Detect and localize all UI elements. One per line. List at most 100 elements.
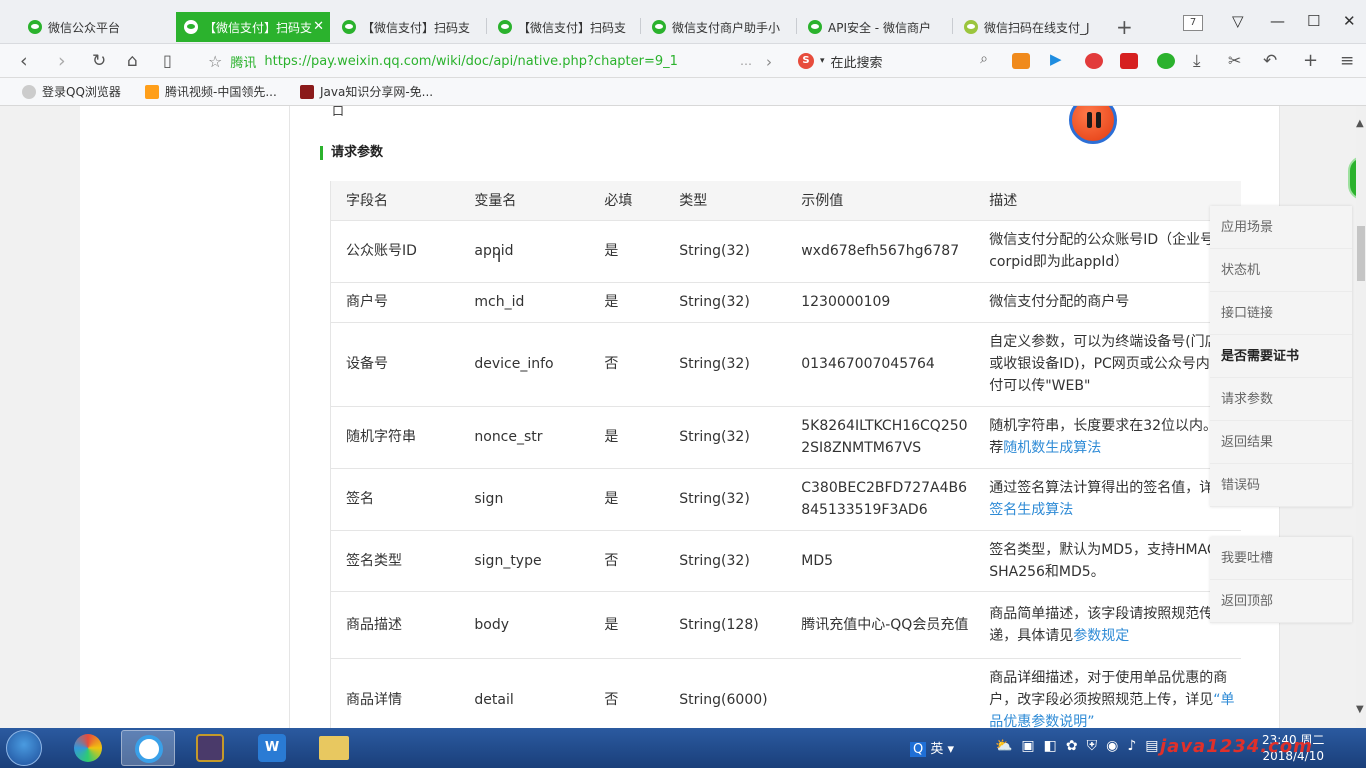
video-camera-icon[interactable] xyxy=(1012,53,1030,69)
tab-native-pay-3[interactable]: 【微信支付】扫码支 xyxy=(490,12,638,42)
tab-divider xyxy=(486,18,487,34)
forward-button[interactable]: › xyxy=(58,50,66,72)
redbag-icon[interactable] xyxy=(1085,53,1103,69)
search-box[interactable]: S ▾ 在此搜索 ⌕ xyxy=(798,50,988,72)
bookmark-star-icon[interactable]: ☆ xyxy=(208,52,222,71)
cell-var-name: nonce_str xyxy=(459,405,590,468)
column-header: 字段名 xyxy=(330,181,460,220)
maximize-button[interactable]: ☐ xyxy=(1307,12,1320,30)
scroll-up-icon[interactable]: ▲ xyxy=(1356,118,1364,129)
address-bar[interactable]: ☆ 腾讯 https://pay.weixin.qq.com/wiki/doc/… xyxy=(208,48,788,74)
random-algo-link[interactable]: 随机数生成算法 xyxy=(1003,440,1101,456)
table-header-row: 字段名 变量名 必填 类型 示例值 描述 xyxy=(330,181,1241,220)
cell-var-name: sign_type xyxy=(459,529,590,591)
cell-desc: 微信支付分配的商户号 xyxy=(974,281,1241,322)
cell-required: 否 xyxy=(589,321,665,406)
table-row: 随机字符串 nonce_str 是 String(32) 5K8264ILTKC… xyxy=(330,405,1241,468)
download-icon[interactable]: ⤓ xyxy=(1193,50,1201,72)
cell-type: String(32) xyxy=(664,321,787,406)
cell-example: 013467007045764 xyxy=(786,321,975,406)
cell-var-name: detail xyxy=(459,657,590,728)
new-tab-button[interactable]: + xyxy=(1116,15,1133,39)
side-nav-response[interactable]: 返回结果 xyxy=(1210,421,1352,464)
add-icon[interactable]: + xyxy=(1303,50,1318,72)
cell-type: String(32) xyxy=(664,281,787,322)
tab-native-pay-active[interactable]: 【微信支付】扫码支 ✕ xyxy=(176,12,330,42)
taskbar-qq-browser[interactable] xyxy=(121,730,175,766)
tab-merchant-helper[interactable]: 微信支付商户助手小 xyxy=(644,12,794,42)
wechat-icon[interactable] xyxy=(1157,53,1175,69)
side-nav-cert-required[interactable]: 是否需要证书 xyxy=(1210,335,1352,378)
param-rule-link[interactable]: 参数规定 xyxy=(1073,628,1129,644)
doc-main: 口 请求参数 字段名 变量名 必填 类型 示例值 描述 公众账号ID appid… xyxy=(290,106,1280,728)
sogou-logo-icon: S xyxy=(798,53,814,69)
cell-example: 5K8264ILTKCH16CQ2502SI8ZNMTM67VS xyxy=(786,405,975,468)
speed-badge[interactable]: 30 xyxy=(1348,156,1356,200)
wechat-icon xyxy=(498,20,512,34)
tab-wechat-mp[interactable]: 微信公众平台 xyxy=(20,12,170,42)
taskbar-eclipse[interactable] xyxy=(183,730,237,766)
undo-icon[interactable]: ↶ xyxy=(1263,50,1277,72)
home-button[interactable]: ⌂ xyxy=(127,50,138,72)
red-logo-icon[interactable] xyxy=(1120,53,1138,69)
back-button[interactable]: ‹ xyxy=(20,50,28,72)
grid-icon[interactable]: ⋯ xyxy=(740,53,752,75)
cell-field-name: 签名 xyxy=(330,467,460,530)
side-nav-state-machine[interactable]: 状态机 xyxy=(1210,249,1352,292)
section-title: 请求参数 xyxy=(320,146,383,160)
chevron-right-icon[interactable]: › xyxy=(766,51,772,73)
table-row: 商品描述 body 是 String(128) 腾讯充值中心-QQ会员充值 商品… xyxy=(330,590,1241,658)
cell-desc: 通过签名算法计算得出的签名值，详见签名生成算法 xyxy=(974,467,1241,530)
cell-field-name: 签名类型 xyxy=(330,529,460,591)
tab-count-badge[interactable]: 7 xyxy=(1183,15,1203,31)
cell-required: 否 xyxy=(589,657,665,728)
start-button[interactable] xyxy=(6,730,42,766)
refresh-button[interactable]: ↻ xyxy=(92,50,106,72)
side-nav-request-params[interactable]: 请求参数 xyxy=(1210,378,1352,421)
column-header: 示例值 xyxy=(786,181,975,220)
side-nav-back-top[interactable]: 返回顶部 xyxy=(1210,580,1352,623)
request-params-table: 字段名 变量名 必填 类型 示例值 描述 公众账号ID appid 是 Stri… xyxy=(330,181,1241,728)
reader-mode-icon[interactable]: ▯ xyxy=(163,50,172,72)
cell-example: wxd678efh567hg6787 xyxy=(786,219,975,282)
system-tray-icons[interactable]: ⛅▣◧✿⛨◉♪▤ xyxy=(995,738,1168,754)
taskbar-file-explorer[interactable] xyxy=(307,730,361,766)
play-icon[interactable]: ▶ xyxy=(1050,50,1068,68)
cell-type: String(32) xyxy=(664,467,787,530)
minimize-button[interactable]: — xyxy=(1270,12,1285,30)
search-icon[interactable]: ⌕ xyxy=(980,51,988,67)
scissors-icon[interactable]: ✂ xyxy=(1228,50,1241,72)
shirt-skin-icon[interactable]: ▽ xyxy=(1232,12,1244,30)
cell-example: 1230000109 xyxy=(786,281,975,322)
bookmark-tencent-video[interactable]: 腾讯视频-中国领先... xyxy=(145,83,277,100)
bookmark-java-share[interactable]: Java知识分享网-免... xyxy=(300,83,433,100)
vertical-scrollbar[interactable]: ▲ ▼ xyxy=(1356,106,1366,728)
scroll-down-icon[interactable]: ▼ xyxy=(1356,704,1364,715)
left-column xyxy=(80,106,290,728)
leaf-icon xyxy=(964,20,978,34)
cell-field-name: 设备号 xyxy=(330,321,460,406)
url-text[interactable]: https://pay.weixin.qq.com/wiki/doc/api/n… xyxy=(264,54,678,69)
tab-scan-pay-java[interactable]: 微信扫码在线支付_J xyxy=(956,12,1106,42)
tab-native-pay-2[interactable]: 【微信支付】扫码支 xyxy=(334,12,484,42)
taskbar-wps[interactable]: W xyxy=(245,730,299,766)
side-nav-scenario[interactable]: 应用场景 xyxy=(1210,206,1352,249)
chevron-down-icon[interactable]: ▾ xyxy=(820,56,825,66)
side-nav-api-link[interactable]: 接口链接 xyxy=(1210,292,1352,335)
menu-icon[interactable]: ≡ xyxy=(1340,50,1354,72)
scroll-thumb[interactable] xyxy=(1357,226,1365,281)
search-placeholder[interactable]: 在此搜索 xyxy=(831,52,883,71)
ime-indicator[interactable]: Q 英 ▾ xyxy=(910,738,954,757)
close-window-button[interactable]: ✕ xyxy=(1343,12,1356,30)
cell-required: 是 xyxy=(589,405,665,468)
sign-algo-link[interactable]: 签名生成算法 xyxy=(989,502,1073,518)
bookmark-qq-login[interactable]: 登录QQ浏览器 xyxy=(22,83,121,100)
side-nav-error-code[interactable]: 错误码 xyxy=(1210,464,1352,507)
side-nav-feedback[interactable]: 我要吐槽 xyxy=(1210,537,1352,580)
cell-field-name: 商品详情 xyxy=(330,657,460,728)
tab-api-security[interactable]: API安全 - 微信商户 xyxy=(800,12,950,42)
cell-example xyxy=(786,657,975,728)
taskbar-app-colorful[interactable] xyxy=(60,730,114,766)
close-tab-icon[interactable]: ✕ xyxy=(313,19,324,34)
cell-required: 是 xyxy=(589,219,665,282)
